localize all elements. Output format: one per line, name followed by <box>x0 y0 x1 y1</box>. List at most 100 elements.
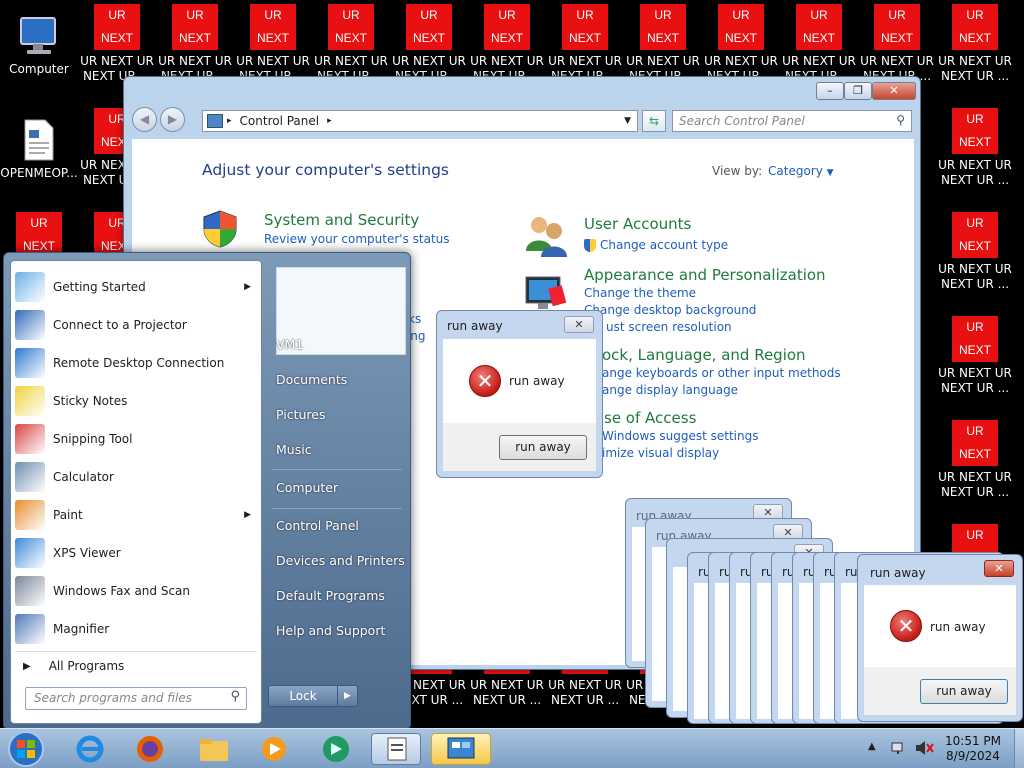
view-by-dropdown[interactable]: Category ▼ <box>768 164 834 178</box>
start-right-item[interactable]: Documents <box>276 372 347 387</box>
start-item[interactable]: Sticky Notes <box>15 383 259 419</box>
forward-button[interactable]: ▶ <box>160 107 185 132</box>
network-icon[interactable] <box>890 739 908 757</box>
keyboards-link[interactable]: ange keyboards or other input methods <box>602 366 841 380</box>
dialog-close-button[interactable]: ✕ <box>984 560 1014 577</box>
notepad-task-button[interactable] <box>371 733 421 765</box>
next-text: NEXT <box>646 31 679 45</box>
start-right-item[interactable]: Default Programs <box>276 588 385 603</box>
ur-next-desktop-icon[interactable]: URNEXTUR NEXT UR NEXT UR ... <box>858 0 936 84</box>
ur-next-desktop-icon[interactable]: URNEXTUR NEXT UR NEXT UR ... <box>390 0 468 84</box>
ur-next-icon: UR NEXT <box>952 420 998 466</box>
computer-desktop-icon[interactable]: Computer <box>0 8 78 77</box>
start-right-item[interactable]: Pictures <box>276 407 326 422</box>
firefox-icon[interactable] <box>130 733 170 765</box>
run-away-button[interactable]: run away <box>499 435 587 460</box>
user-accounts-link[interactable]: User Accounts <box>584 215 691 233</box>
ur-next-desktop-icon[interactable]: URNEXTUR NEXT UR NEXT UR ... <box>936 104 1014 188</box>
clock-language-region-link[interactable]: ock, Language, and Region <box>602 346 806 364</box>
lock-button[interactable]: Lock <box>269 686 337 706</box>
start-search-input[interactable]: Search programs and files ⚲ <box>25 687 247 710</box>
change-account-type-link[interactable]: Change account type <box>584 238 728 252</box>
start-item[interactable]: XPS Viewer <box>15 535 259 571</box>
clock[interactable]: 10:51 PM 8/9/2024 <box>936 734 1010 764</box>
start-right-item[interactable]: Devices and Printers <box>276 553 405 568</box>
maximize-button[interactable]: ❐ <box>844 82 872 100</box>
search-control-panel-input[interactable]: Search Control Panel ⚲ <box>672 110 912 132</box>
start-right-item[interactable]: Help and Support <box>276 623 385 638</box>
start-item[interactable]: Windows Fax and Scan <box>15 573 259 609</box>
search-icon[interactable]: ⚲ <box>896 113 905 127</box>
all-programs-item[interactable]: ▶ All Programs <box>17 653 257 679</box>
ur-next-desktop-icon[interactable]: URNEXTUR NEXT UR NEXT UR ... <box>936 312 1014 396</box>
chevron-down-icon: ▼ <box>826 168 834 178</box>
start-item[interactable]: Getting Started ▶ <box>15 269 259 305</box>
run-away-dialog[interactable]: run away ✕ ✕ run away run away <box>436 310 603 478</box>
start-item[interactable]: Remote Desktop Connection <box>15 345 259 381</box>
lock-button-group[interactable]: Lock ▶ <box>268 685 358 707</box>
ur-text: UR <box>966 424 984 438</box>
address-dropdown-icon[interactable]: ▼ <box>624 116 631 126</box>
change-theme-link[interactable]: Change the theme <box>584 286 696 300</box>
ur-next-desktop-icon[interactable]: URNEXTUR NEXT UR NEXT UR ... <box>702 0 780 84</box>
computer-icon <box>15 12 63 60</box>
start-button[interactable] <box>4 729 48 768</box>
review-status-link[interactable]: Review your computer's status <box>264 232 450 246</box>
show-hidden-icons-button[interactable]: ▲ <box>868 741 876 752</box>
breadcrumb-control-panel[interactable]: Control Panel <box>240 114 320 128</box>
projector-icon <box>15 310 45 340</box>
ur-next-desktop-icon[interactable]: URNEXTUR NEXT UR NEXT UR ... <box>780 0 858 84</box>
start-item[interactable]: Magnifier <box>15 611 259 647</box>
ur-next-icon: UR NEXT <box>874 4 920 50</box>
dialog-close-button[interactable]: ✕ <box>564 316 594 333</box>
back-button[interactable]: ◀ <box>132 107 157 132</box>
run-away-button[interactable]: run away <box>920 679 1008 704</box>
document-desktop-icon[interactable]: OPENMEOP... <box>0 112 78 181</box>
start-right-item[interactable]: Computer <box>276 480 338 495</box>
next-text: NEXT <box>958 447 991 461</box>
ur-next-desktop-icon[interactable]: URNEXTUR NEXT UR NEXT UR ... <box>78 0 156 84</box>
ur-next-desktop-icon[interactable]: URNEXTUR NEXT UR NEXT UR ... <box>624 0 702 84</box>
view-by-value: Category <box>768 164 823 178</box>
start-right-item[interactable]: Music <box>276 442 312 457</box>
internet-explorer-icon[interactable] <box>70 733 110 765</box>
close-button[interactable]: ✕ <box>872 82 916 100</box>
ur-next-desktop-icon[interactable]: URNEXTUR NEXT UR NEXT UR ... <box>234 0 312 84</box>
ur-next-desktop-icon[interactable]: URNEXTUR NEXT UR NEXT UR ... <box>312 0 390 84</box>
change-background-link[interactable]: Change desktop background <box>584 303 756 317</box>
start-item[interactable]: Paint ▶ <box>15 497 259 533</box>
ur-next-desktop-icon[interactable]: URNEXTUR NEXT UR NEXT UR ... <box>936 416 1014 500</box>
address-bar[interactable]: ▸ Control Panel ▸ ▼ <box>202 110 638 132</box>
view-by-label: View by: <box>712 164 763 178</box>
visual-display-link[interactable]: imize visual display <box>602 446 719 460</box>
control-panel-task-button[interactable] <box>431 733 491 765</box>
shutdown-options-icon[interactable]: ▶ <box>337 686 357 706</box>
ease-of-access-link[interactable]: se of Access <box>604 409 696 427</box>
start-menu[interactable]: Getting Started ▶ Connect to a Projector Re… <box>3 252 411 730</box>
volume-muted-icon[interactable] <box>914 739 934 757</box>
start-right-item[interactable]: VM1 <box>276 337 303 352</box>
show-desktop-button[interactable] <box>1014 729 1024 768</box>
run-away-dialog-front[interactable]: run away ✕ ✕ run away run away <box>857 554 1023 722</box>
ur-next-desktop-icon[interactable]: URNEXTUR NEXT UR NEXT UR ... <box>546 0 624 84</box>
media-center-icon[interactable] <box>316 733 356 765</box>
start-item[interactable]: Connect to a Projector <box>15 307 259 343</box>
appearance-link[interactable]: Appearance and Personalization <box>584 266 826 284</box>
refresh-icon[interactable]: ⇆ <box>642 110 666 132</box>
ur-next-desktop-icon[interactable]: URNEXTUR NEXT UR NEXT UR ... <box>468 0 546 84</box>
system-security-link[interactable]: System and Security <box>264 211 419 229</box>
start-item[interactable]: Snipping Tool <box>15 421 259 457</box>
ur-text: UR <box>966 528 984 542</box>
ur-next-desktop-icon[interactable]: URNEXTUR NEXT UR NEXT UR ... <box>156 0 234 84</box>
media-player-icon[interactable] <box>254 733 294 765</box>
ur-next-desktop-icon[interactable]: URNEXTUR NEXT UR NEXT UR ... <box>936 0 1014 84</box>
ur-next-desktop-icon[interactable]: URNEXTUR NEXT UR NEXT UR ... <box>936 208 1014 292</box>
start-item[interactable]: Calculator <box>15 459 259 495</box>
file-explorer-icon[interactable] <box>194 733 234 765</box>
screen-resolution-link[interactable]: ust screen resolution <box>606 320 732 334</box>
minimize-button[interactable]: – <box>816 82 844 100</box>
windows-suggest-link[interactable]: Windows suggest settings <box>602 429 758 443</box>
start-right-item[interactable]: Control Panel <box>276 518 359 533</box>
start-right-divider <box>272 508 402 509</box>
display-language-link[interactable]: ange display language <box>602 383 738 397</box>
